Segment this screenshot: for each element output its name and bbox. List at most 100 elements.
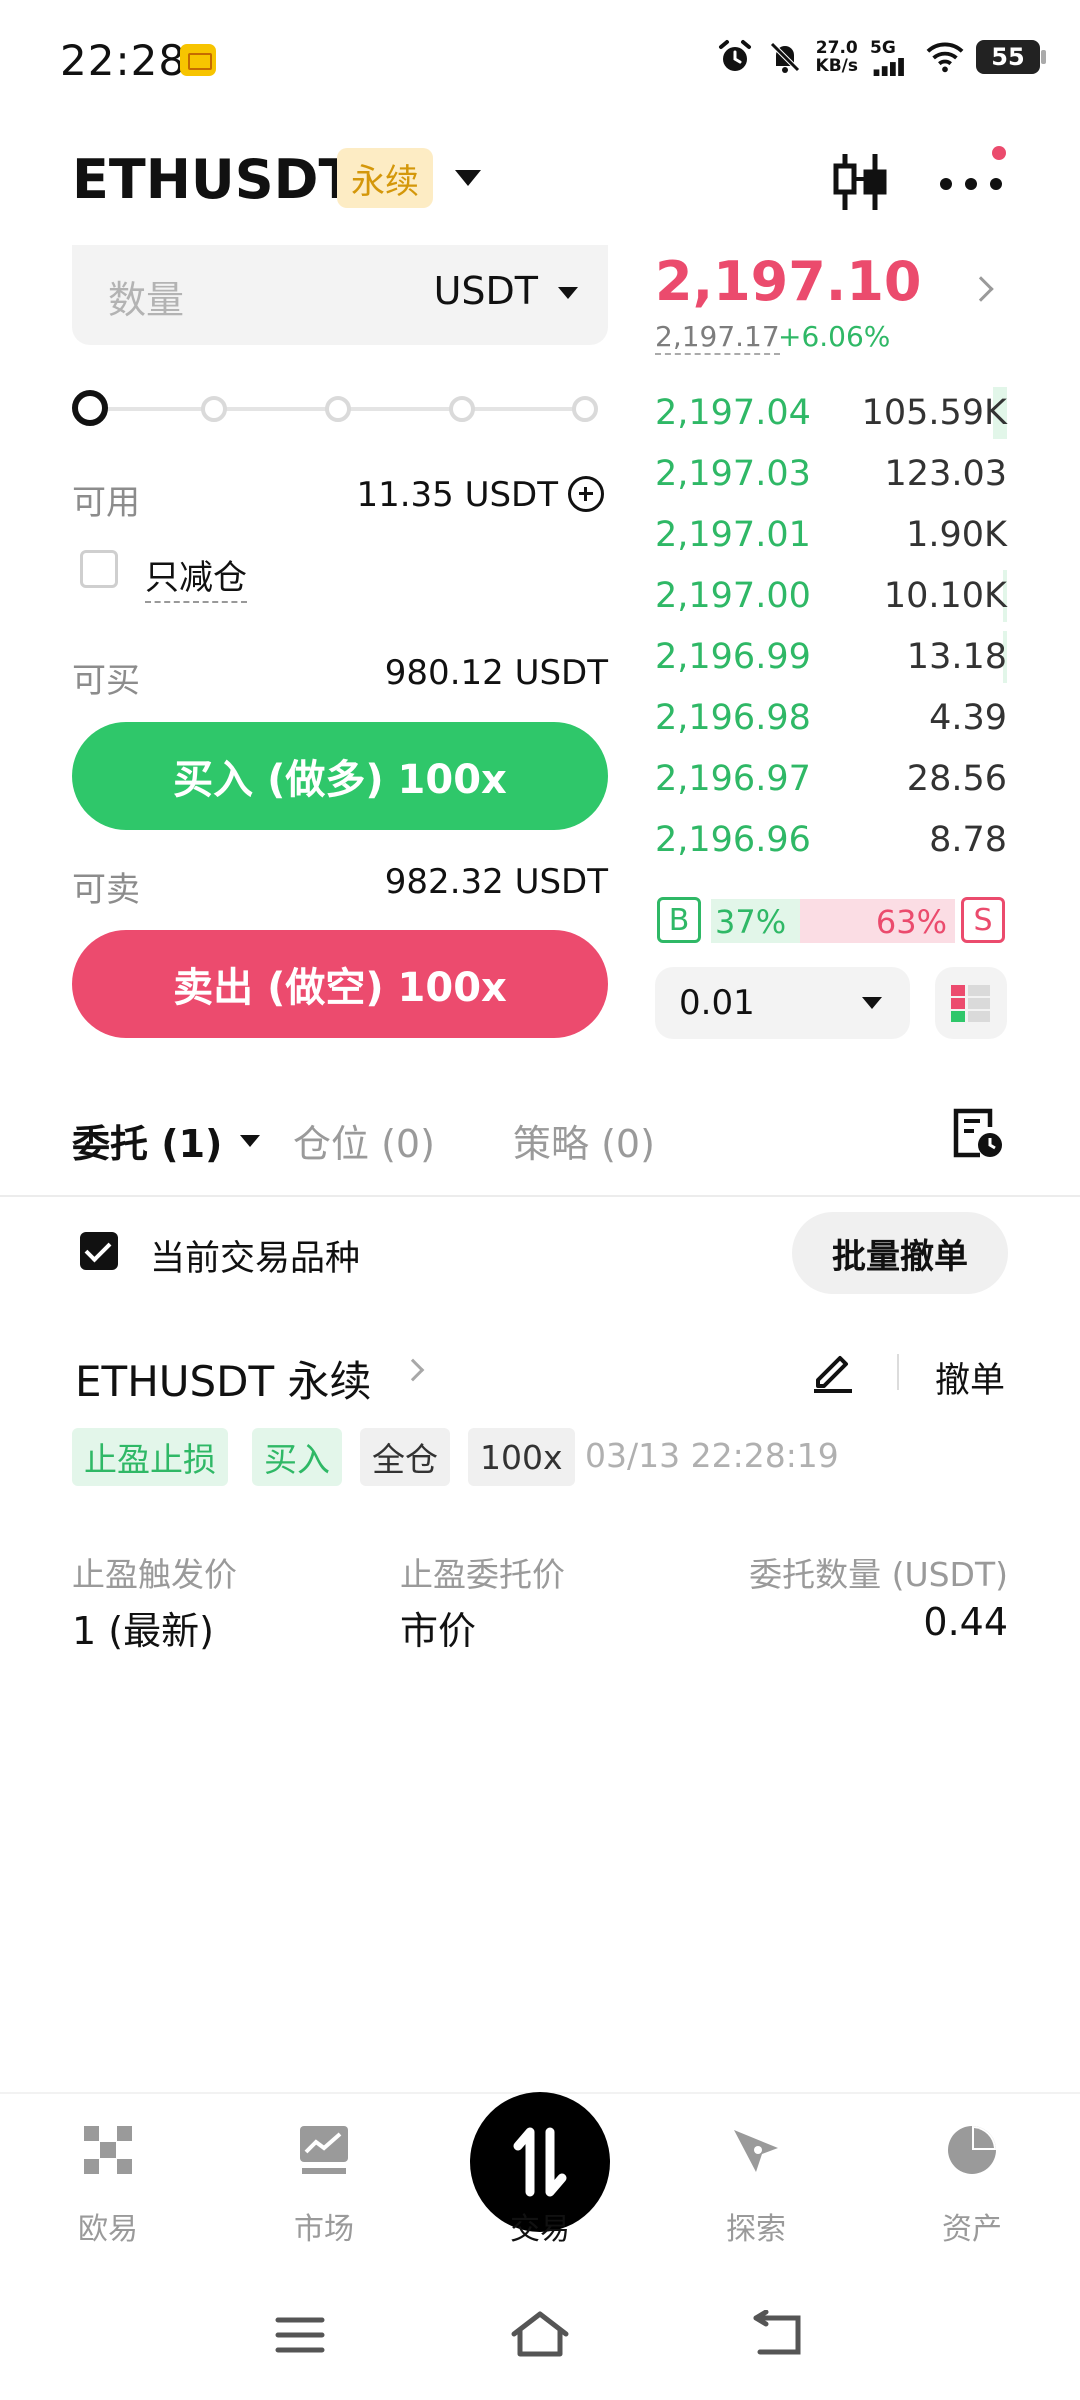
unit-dropdown-icon[interactable]: [558, 287, 578, 299]
last-price: 2,197.10: [655, 250, 922, 313]
nav-okx[interactable]: 欧易: [38, 2124, 178, 2254]
bid-price: 2,196.99: [655, 637, 811, 677]
order-time: 03/13 22:28:19: [585, 1436, 839, 1475]
clock: 22:28: [60, 36, 187, 85]
nav-label: 探索: [726, 2212, 786, 2247]
symbol-title[interactable]: ETHUSDT: [72, 148, 355, 211]
cancel-order-button[interactable]: 撤单: [935, 1352, 1005, 1403]
home-icon[interactable]: [510, 2310, 570, 2360]
status-icons: 27.0 KB/s 5G 55: [716, 38, 1046, 76]
chevron-right-icon[interactable]: [401, 1358, 425, 1382]
tag-side-buy: 买入: [252, 1428, 342, 1486]
order-book-row[interactable]: 2,196.98 4.39: [655, 688, 1007, 748]
orders-tabs: 委托 (1) 仓位 (0) 策略 (0): [0, 1105, 1080, 1195]
notification-dot: [992, 146, 1006, 160]
order-book-layout-button[interactable]: [935, 967, 1007, 1039]
slider-step-25[interactable]: [201, 396, 227, 422]
nav-label: 市场: [294, 2212, 354, 2247]
bid-quantity: 10.10K: [883, 576, 1007, 616]
sellable-value: 982.32 USDT: [384, 862, 608, 902]
buy-marker: B: [657, 897, 701, 943]
reduce-only-checkbox[interactable]: [80, 550, 118, 588]
menu-icon[interactable]: [270, 2310, 330, 2360]
buy-ratio: 37%: [715, 903, 787, 941]
order-book-row[interactable]: 2,197.04 105.59K: [655, 383, 1007, 443]
order-quantity-label: 委托数量 (USDT): [749, 1555, 1008, 1594]
slider-thumb[interactable]: [72, 390, 108, 426]
order-book-row[interactable]: 2,197.03 123.03: [655, 444, 1007, 504]
order-history-icon[interactable]: [950, 1105, 1004, 1161]
mute-icon: [766, 38, 804, 76]
reduce-only-label[interactable]: 只减仓: [145, 550, 247, 603]
order-quantity-value: 0.44: [923, 1600, 1008, 1644]
tab-positions[interactable]: 仓位 (0): [293, 1113, 435, 1168]
tp-order-price-value: 市价: [400, 1609, 477, 1653]
quantity-unit-select[interactable]: USDT: [434, 269, 538, 313]
bid-price: 2,197.00: [655, 576, 811, 616]
contract-type-badge: 永续: [337, 148, 433, 208]
mark-price[interactable]: 2,197.17: [655, 320, 780, 355]
network-speed: 27.0 KB/s: [816, 39, 858, 75]
sellable-label: 可卖: [72, 870, 140, 910]
bid-price: 2,196.96: [655, 820, 811, 860]
order-book-row[interactable]: 2,196.96 8.78: [655, 810, 1007, 870]
tp-trigger-price-value: 1 (最新): [72, 1609, 214, 1653]
signal-icon: 5G: [870, 38, 914, 76]
buyable-label: 可买: [72, 661, 140, 701]
price-precision-select[interactable]: 0.01: [655, 967, 910, 1039]
chevron-right-icon[interactable]: [968, 276, 994, 302]
order-book-row[interactable]: 2,197.00 10.10K: [655, 566, 1007, 626]
bid-price: 2,196.97: [655, 759, 811, 799]
tag-leverage: 100x: [468, 1428, 575, 1486]
chart-icon: [300, 2126, 348, 2174]
bid-quantity: 1.90K: [906, 515, 1007, 555]
available-value: 11.35 USDT: [356, 475, 558, 515]
network-speed-value: 27.0: [815, 38, 858, 58]
mail-notification-icon: [180, 44, 216, 76]
slider-step-100[interactable]: [572, 396, 598, 422]
tab-open-orders[interactable]: 委托 (1): [72, 1113, 222, 1168]
back-icon[interactable]: [750, 2309, 810, 2360]
sell-short-button[interactable]: 卖出 (做空) 100x: [72, 930, 608, 1038]
header: ETHUSDT 永续: [0, 130, 1080, 230]
quantity-slider[interactable]: [72, 390, 602, 430]
alarm-icon: [716, 38, 754, 76]
order-book-row[interactable]: 2,196.97 28.56: [655, 749, 1007, 809]
pie-chart-icon: [948, 2126, 996, 2174]
available-label: 可用: [72, 483, 140, 523]
status-bar: 22:28 27.0 KB/s 5G 55: [0, 0, 1080, 120]
slider-step-50[interactable]: [325, 396, 351, 422]
slider-step-75[interactable]: [449, 396, 475, 422]
bid-price: 2,197.03: [655, 454, 811, 494]
add-funds-icon[interactable]: [568, 476, 604, 512]
compass-icon: [734, 2130, 778, 2172]
tab-strategies[interactable]: 策略 (0): [513, 1113, 655, 1168]
more-options-icon[interactable]: [936, 174, 1006, 194]
tab-dropdown-icon[interactable]: [240, 1135, 260, 1147]
order-symbol-title[interactable]: ETHUSDT 永续: [75, 1348, 372, 1409]
wifi-icon: [926, 38, 964, 76]
nav-label: 欧易: [78, 2212, 138, 2247]
bid-quantity: 8.78: [929, 820, 1007, 860]
nav-market[interactable]: 市场: [254, 2124, 394, 2254]
nav-explore[interactable]: 探索: [686, 2124, 826, 2254]
network-type: 5G: [870, 38, 896, 58]
candlestick-chart-icon[interactable]: [830, 150, 890, 214]
current-symbol-checkbox[interactable]: [80, 1232, 118, 1270]
quantity-input[interactable]: 数量 USDT: [72, 245, 608, 345]
edit-icon[interactable]: [810, 1348, 856, 1394]
bid-quantity: 105.59K: [861, 393, 1007, 433]
buy-sell-ratio-bar: B 37% 63% S: [655, 895, 1007, 945]
bottom-navigation: 欧易 市场 交易 探索 资产: [0, 2092, 1080, 2262]
order-book-row[interactable]: 2,196.99 13.18: [655, 627, 1007, 687]
okx-logo-icon: [84, 2126, 132, 2174]
sell-ratio: 63%: [875, 903, 947, 941]
symbol-dropdown-icon[interactable]: [455, 170, 481, 186]
nav-trade[interactable]: 交易: [470, 2092, 610, 2254]
buy-long-button[interactable]: 买入 (做多) 100x: [72, 722, 608, 830]
current-symbol-label[interactable]: 当前交易品种: [150, 1230, 360, 1281]
nav-assets[interactable]: 资产: [902, 2124, 1042, 2254]
bid-price: 2,197.01: [655, 515, 811, 555]
batch-cancel-button[interactable]: 批量撤单: [792, 1212, 1008, 1294]
order-book-row[interactable]: 2,197.01 1.90K: [655, 505, 1007, 565]
